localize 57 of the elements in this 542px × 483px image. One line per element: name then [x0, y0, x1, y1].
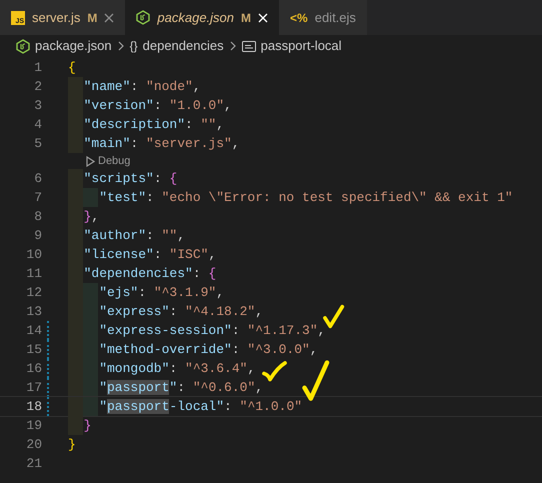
line-number: 1	[33, 58, 42, 77]
line-number: 14	[25, 322, 42, 340]
line-number: 20	[25, 436, 42, 454]
breadcrumb-item[interactable]: package.json	[35, 36, 112, 56]
line-number: 3	[33, 96, 42, 115]
breadcrumb-item[interactable]: passport-local	[260, 36, 342, 56]
line-number: 16	[25, 360, 42, 378]
code-line: "mongodb": "^3.6.4",	[99, 360, 256, 378]
line-number: 11	[25, 264, 42, 283]
node-icon	[16, 38, 30, 54]
string-icon	[242, 40, 256, 52]
line-number: 4	[33, 116, 42, 134]
code-line: "method-override": "^3.0.0",	[99, 340, 318, 359]
code-line: "description": "",	[84, 116, 224, 134]
code-line: "main": "server.js",	[84, 134, 240, 153]
code-line: "ejs": "^3.1.9",	[99, 284, 224, 302]
line-number: 2	[33, 78, 42, 96]
code-line: "express": "^4.18.2",	[99, 302, 264, 321]
codelens-link[interactable]: Debug	[86, 152, 130, 170]
line-number: 13	[25, 302, 42, 321]
modified-label: M	[87, 10, 98, 26]
chevron-right-icon	[118, 41, 124, 51]
code-line: "version": "1.0.0",	[84, 96, 232, 115]
code-line: "passport-local": "^1.0.0"	[99, 398, 302, 416]
code-line: },	[84, 208, 100, 226]
line-number: 7	[33, 188, 42, 207]
code-line: "license": "ISC",	[84, 246, 216, 264]
line-number: 5	[33, 134, 42, 153]
code-line: "dependencies": {	[84, 264, 216, 283]
line-number: 10	[25, 246, 42, 264]
line-number: 21	[25, 454, 42, 473]
chevron-right-icon	[230, 41, 236, 51]
code-line: }	[84, 416, 92, 435]
play-icon	[86, 156, 95, 166]
code-line: "name": "node",	[84, 78, 201, 96]
breadcrumb-item[interactable]: dependencies	[142, 36, 224, 56]
line-number: 6	[33, 170, 42, 188]
line-number: 9	[33, 226, 42, 245]
code-line: "test": "echo \"Error: no test specified\" && exit 1"	[99, 188, 513, 207]
line-number: 19	[25, 416, 42, 435]
code-line: }	[68, 436, 76, 454]
line-number: 18	[25, 398, 42, 416]
line-number: 15	[25, 340, 42, 359]
code-line: "scripts": {	[84, 170, 178, 188]
braces-icon: {}	[130, 40, 138, 52]
editor-tab[interactable]: package.json M	[125, 0, 280, 35]
ejs-file-icon: <%	[290, 12, 308, 24]
modified-label: M	[241, 10, 252, 26]
code-line: "passport": "^0.6.0",	[99, 378, 264, 397]
code-line: {	[68, 58, 76, 77]
node-icon	[136, 10, 150, 25]
line-number: 12	[25, 284, 42, 302]
line-number: 8	[33, 208, 42, 226]
line-number: 17	[25, 378, 42, 397]
editor-tab[interactable]: <% edit.ejs	[279, 0, 367, 35]
code-line: "author": "",	[84, 226, 186, 245]
code-line: "express-session": "^1.17.3",	[99, 322, 326, 340]
